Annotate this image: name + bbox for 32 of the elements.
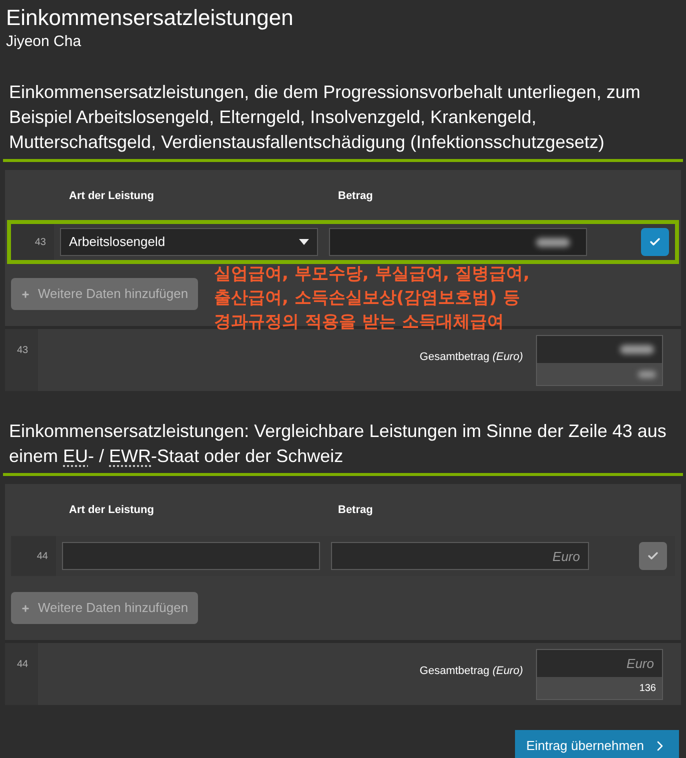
add-data-button[interactable]: Weitere Daten hinzufügen [11,592,198,624]
page-title: Einkommensersatzleistungen [6,4,294,32]
total-count: 136 [639,682,656,696]
blurred-value [536,238,570,246]
column-header: Betrag [338,188,373,204]
column-header: Art der Leistung [69,188,155,204]
type-select[interactable]: Arbeitslosengeld [60,228,318,256]
dropdown-caret-icon [299,239,309,245]
line-number: 43 [5,329,38,391]
amount-field[interactable] [329,228,587,256]
annotation-text: 실업급여, 부모수당, 부실급여, 질병급여, 출산급여, 소득손실보상(감염보호법) 등 경과규정의 적용을 받는 소득대체급여 [214,263,530,334]
total-field[interactable]: Euro [537,650,662,677]
confirm-button[interactable] [641,228,669,256]
line-number: 44 [5,643,38,705]
add-data-button[interactable]: Weitere Daten hinzufügen [11,278,198,310]
total-label: Gesamtbetrag (Euro) [420,664,523,679]
blurred-value [620,345,654,354]
line-number: 43 [34,236,47,250]
plus-icon [21,604,30,612]
total-field[interactable] [537,336,662,363]
section-heading: Einkommensersatzleistungen: Vergleichbare Leistungen im Sinne der Zeile 43 aus einem EU- / EWR-Staat oder der Schweiz [3,419,683,476]
column-header: Betrag [338,502,373,518]
blurred-value [638,371,656,378]
plus-icon [21,290,30,298]
section-heading: Einkommensersatzleistungen, die dem Progressionsvorbehalt unterliegen, zum Beispiel Arbeitslosengeld, Elterngeld, Insolvenzgeld, Krankengeld, Mutterschaftsgeld, Verdienstausfallentschädigung (Infektionsschutzgesetz) [3,80,683,162]
total-label: Gesamtbetrag (Euro) [420,350,523,365]
check-icon [649,236,661,248]
user-name: Jiyeon Cha [6,32,82,52]
check-icon [647,550,659,562]
line-number: 44 [36,550,49,564]
submit-button[interactable]: Eintrag übernehmen [515,730,679,758]
column-header: Art der Leistung [69,502,155,518]
